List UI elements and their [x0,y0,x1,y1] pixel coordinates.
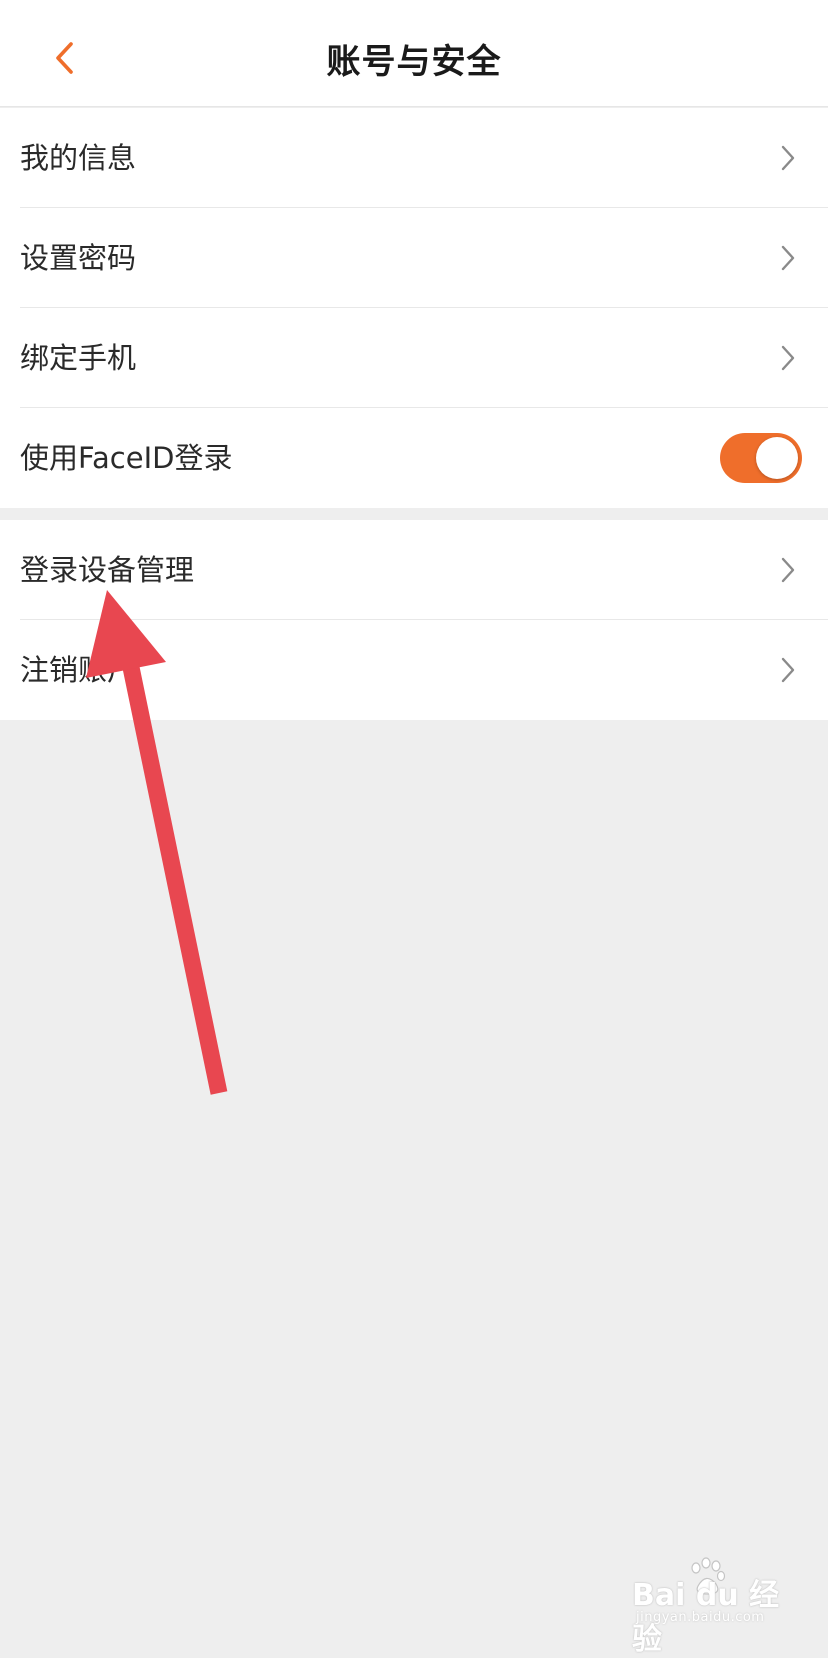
chevron-right-icon [781,557,795,583]
settings-row-label: 登录设备管理 [20,553,195,587]
watermark-url: jingyan.baidu.com [636,1610,765,1625]
settings-row-bind-phone[interactable]: 绑定手机 [0,308,828,408]
settings-row-my-info[interactable]: 我的信息 [0,108,828,208]
faceid-toggle[interactable] [720,433,802,483]
chevron-right-icon [781,145,795,171]
settings-row-label: 绑定手机 [20,341,137,375]
settings-row-label: 注销账户 [20,653,137,687]
toggle-knob [756,437,798,479]
settings-row-device-management[interactable]: 登录设备管理 [0,520,828,620]
chevron-right-icon [781,657,795,683]
chevron-right-icon [781,245,795,271]
settings-group-account: 我的信息 设置密码 绑定手机 使用FaceID登录 [0,108,828,508]
page-title: 账号与安全 [326,42,502,82]
settings-row-set-password[interactable]: 设置密码 [0,208,828,308]
navigation-bar: 账号与安全 [0,0,828,107]
settings-row-cancel-account[interactable]: 注销账户 [0,620,828,720]
settings-row-label: 使用FaceID登录 [20,441,233,475]
settings-row-label: 我的信息 [20,141,137,175]
chevron-right-icon [781,345,795,371]
settings-row-label: 设置密码 [20,241,137,275]
settings-group-device: 登录设备管理 注销账户 [0,520,828,720]
baidu-jingyan-watermark: Bai du 经验 jingyan.baidu.com [632,1557,792,1657]
settings-row-faceid-login: 使用FaceID登录 [0,408,828,508]
